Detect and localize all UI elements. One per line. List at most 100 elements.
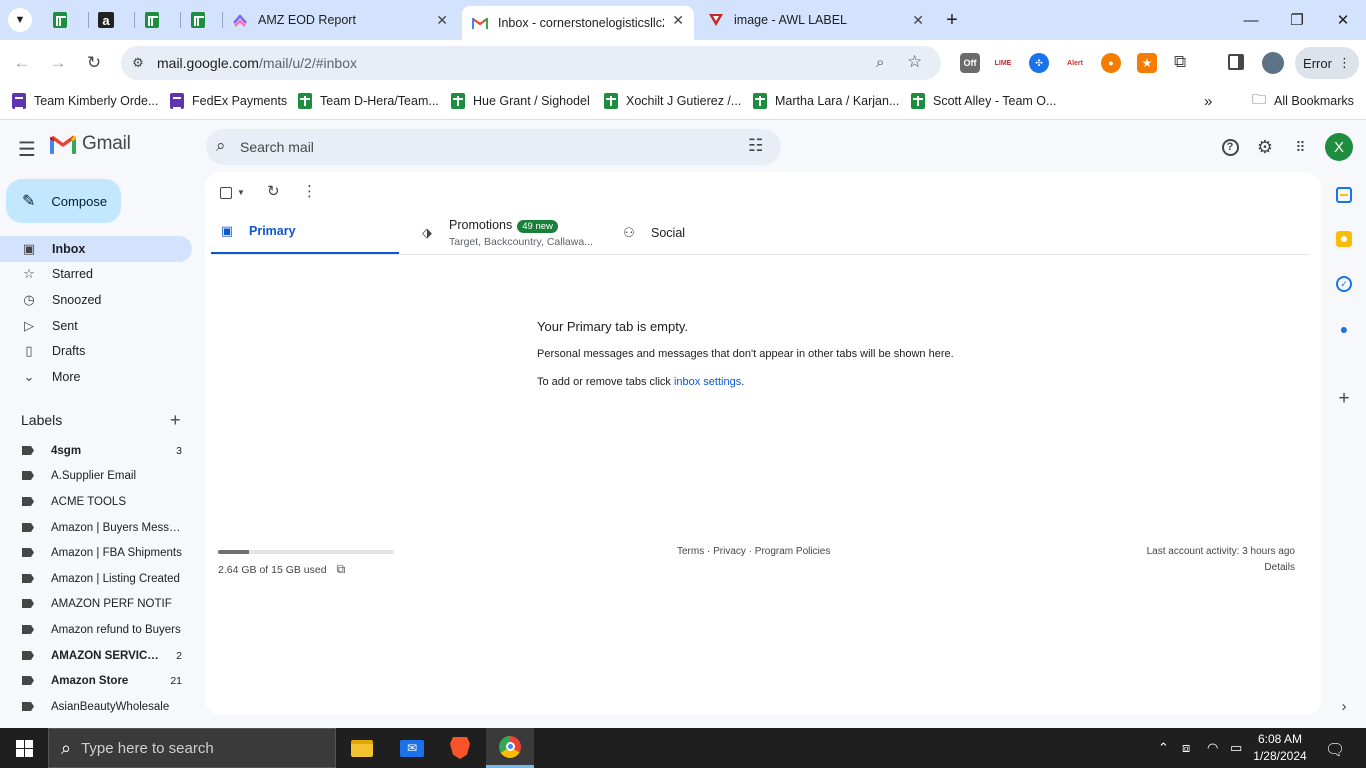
storage-fill xyxy=(218,550,249,554)
settings-gear-icon[interactable]: ⚙ xyxy=(1254,136,1276,158)
profile-error-button[interactable]: Error ⋮ xyxy=(1295,47,1359,79)
label-item[interactable]: Amazon | Listing Created xyxy=(0,566,192,591)
label-item[interactable]: Amazon Store 21 xyxy=(0,668,192,693)
more-bookmarks-button[interactable]: » xyxy=(1204,92,1212,110)
back-button[interactable]: ← xyxy=(10,51,34,75)
bookmark-item[interactable]: Scott Alley - Team O... xyxy=(911,92,1056,110)
browser-tab-sheets-2[interactable] xyxy=(134,0,180,40)
label-item[interactable]: ACME TOOLS xyxy=(0,489,192,514)
close-icon[interactable]: ✕ xyxy=(912,12,924,29)
label-item[interactable]: Amazon refund to Buyers xyxy=(0,617,192,642)
nav-item-starred[interactable]: ☆ Starred xyxy=(0,261,192,287)
network-icon[interactable]: ⧈ xyxy=(1182,740,1190,756)
help-icon[interactable]: ? xyxy=(1219,136,1241,158)
browser-tab-sheets-3[interactable] xyxy=(180,0,222,40)
all-bookmarks-button[interactable]: 🗀 All Bookmarks xyxy=(1252,91,1354,110)
brave-browser-button[interactable] xyxy=(436,728,484,768)
refresh-icon[interactable]: ↻ xyxy=(267,182,280,200)
url-text[interactable]: mail.google.com/mail/u/2/#inbox xyxy=(157,55,357,71)
footer-links[interactable]: Terms · Privacy · Program Policies xyxy=(677,546,830,557)
blue-extension[interactable]: ✣ xyxy=(1029,53,1049,73)
get-addons-plus-icon[interactable]: + xyxy=(1336,388,1352,409)
file-explorer-button[interactable] xyxy=(338,728,386,768)
chrome-button[interactable] xyxy=(486,728,534,768)
new-tab-button[interactable]: + xyxy=(940,8,964,32)
search-options-icon[interactable]: ☷ xyxy=(748,136,763,156)
label-item[interactable]: AMAZON SERVICES 2 xyxy=(0,643,192,668)
nav-item-sent[interactable]: ▷ Sent xyxy=(0,313,192,339)
bookmark-star-icon[interactable]: ☆ xyxy=(907,52,922,72)
search-input[interactable] xyxy=(240,138,720,156)
battery-icon[interactable]: ▭ xyxy=(1230,740,1242,756)
calendar-icon[interactable] xyxy=(1336,187,1352,203)
label-item[interactable]: A.Supplier Email xyxy=(0,463,192,488)
nav-item-drafts[interactable]: ▯ Drafts xyxy=(0,338,192,364)
lime-extension[interactable]: LIME xyxy=(993,53,1013,73)
open-external-icon[interactable]: ⧉ xyxy=(337,562,346,577)
compose-button[interactable]: ✎ Compose xyxy=(6,179,121,223)
main-menu-icon[interactable]: ☰ xyxy=(18,137,36,162)
taskbar-clock[interactable]: 6:08 AM 1/28/2024 xyxy=(1248,731,1312,765)
tasks-icon[interactable]: ✓ xyxy=(1336,276,1352,292)
account-avatar[interactable]: X xyxy=(1325,133,1353,161)
label-item[interactable]: 4sgm 3 xyxy=(0,438,192,463)
profile-avatar[interactable] xyxy=(1262,52,1284,74)
bookmark-item[interactable]: Hue Grant / Sighodel xyxy=(451,92,590,110)
off-extension[interactable]: Off xyxy=(960,53,980,73)
site-info-icon[interactable]: ⚙ xyxy=(129,54,147,72)
forward-button[interactable]: → xyxy=(46,51,70,75)
more-vert-icon[interactable]: ⋮ xyxy=(302,182,317,200)
browser-tab-gmail-inbox[interactable]: Inbox - cornerstonelogisticsllc2 ✕ xyxy=(462,6,694,40)
minimize-button[interactable]: — xyxy=(1228,0,1274,40)
contacts-icon[interactable]: ● xyxy=(1336,321,1352,337)
start-button[interactable] xyxy=(0,728,48,768)
nav-item-more[interactable]: ⌄ More xyxy=(0,364,192,390)
bookmark-item[interactable]: Team D-Hera/Team... xyxy=(298,92,439,110)
browser-tab-sheets-1[interactable] xyxy=(42,0,88,40)
tab-search-button[interactable]: ▼ xyxy=(8,8,32,32)
label-item[interactable]: Amazon | FBA Shipments xyxy=(0,540,192,565)
nav-item-inbox[interactable]: ▣ Inbox xyxy=(0,236,192,262)
label-item[interactable]: AMAZON PERF NOTIF xyxy=(0,591,192,616)
tray-overflow-icon[interactable]: ⌃ xyxy=(1158,740,1169,756)
tab-social[interactable]: ⚇ Social xyxy=(615,210,815,255)
bookmark-item[interactable]: Team Kimberly Orde... xyxy=(12,92,158,110)
close-window-button[interactable]: ✕ xyxy=(1320,0,1366,40)
close-icon[interactable]: ✕ xyxy=(436,12,448,29)
bookmark-item[interactable]: FedEx Payments xyxy=(170,92,287,110)
select-all-checkbox[interactable]: ▼ xyxy=(220,184,245,199)
keep-icon[interactable] xyxy=(1336,231,1352,247)
orange-extension[interactable]: ● xyxy=(1101,53,1121,73)
tab-promotions[interactable]: ⬗ Promotions 49 new Target, Backcountry, … xyxy=(413,210,613,255)
browser-tab-amz-eod[interactable]: AMZ EOD Report ✕ xyxy=(222,0,458,40)
add-label-button[interactable]: + xyxy=(170,410,181,431)
star-extension[interactable]: ★ xyxy=(1137,53,1157,73)
side-panel-icon[interactable] xyxy=(1228,54,1244,70)
search-icon[interactable]: ⌕ xyxy=(216,136,226,156)
reload-button[interactable]: ↻ xyxy=(82,51,106,75)
browser-tab-awl-label[interactable]: image - AWL LABEL ✕ xyxy=(698,0,934,40)
gmail-logo[interactable]: Gmail xyxy=(50,133,131,155)
chevron-right-icon[interactable]: › xyxy=(1336,698,1352,715)
nav-item-snoozed[interactable]: ◷ Snoozed xyxy=(0,287,192,313)
bookmark-item[interactable]: Martha Lara / Karjan... xyxy=(753,92,899,110)
apps-grid-icon[interactable]: ⠿ xyxy=(1289,136,1311,158)
details-link[interactable]: Details xyxy=(1195,562,1295,573)
zoom-icon[interactable]: ⌕ xyxy=(876,54,884,71)
wifi-icon[interactable]: ◠ xyxy=(1207,740,1218,756)
alert-extension[interactable]: Alert xyxy=(1065,53,1085,73)
notifications-icon[interactable]: 🗨 xyxy=(1325,740,1345,760)
tab-primary[interactable]: ▣ Primary xyxy=(211,210,399,255)
close-icon[interactable]: ✕ xyxy=(672,12,684,29)
tab-label: Primary xyxy=(249,224,296,238)
extensions-puzzle-icon[interactable]: ⧉ xyxy=(1174,52,1186,72)
browser-tab-amazon[interactable]: a xyxy=(88,0,134,40)
label-item[interactable]: Amazon | Buyers Messages xyxy=(0,515,192,540)
minimize-icon: — xyxy=(1243,11,1259,29)
taskbar-search[interactable]: ⌕ Type here to search xyxy=(48,728,336,768)
restore-button[interactable]: ❐ xyxy=(1274,0,1320,40)
bookmark-item[interactable]: Xochilt J Gutierez /... xyxy=(604,92,741,110)
inbox-settings-link[interactable]: inbox settings xyxy=(674,376,741,388)
mail-app-button[interactable]: ✉ xyxy=(388,728,436,768)
label-item[interactable]: AsianBeautyWholesale xyxy=(0,694,192,719)
